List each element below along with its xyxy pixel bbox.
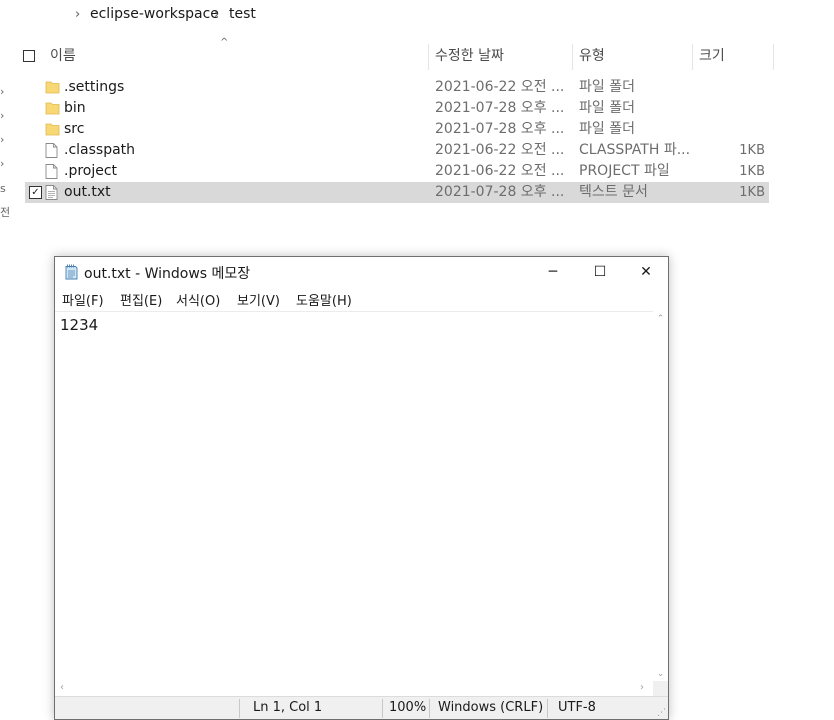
column-header-date[interactable]: 수정한 날짜 bbox=[429, 42, 572, 70]
file-type: 파일 폴더 bbox=[579, 79, 635, 95]
breadcrumb-separator: › bbox=[214, 7, 220, 22]
menu-format[interactable]: 서식(O) bbox=[176, 290, 220, 309]
file-row-out-txt[interactable]: ✓ out.txt 2021-07-28 오후 ... 텍스트 문서 1KB bbox=[25, 182, 769, 203]
file-row-settings[interactable]: .settings 2021-06-22 오전 ... 파일 폴더 bbox=[25, 77, 769, 98]
select-all-checkbox[interactable] bbox=[23, 50, 35, 62]
scrollbar-corner bbox=[653, 681, 668, 696]
column-header-size[interactable]: 크기 bbox=[693, 42, 773, 70]
minimize-button[interactable]: ─ bbox=[530, 257, 576, 287]
nav-item-fragment[interactable]: 전 bbox=[0, 204, 10, 220]
column-header-type[interactable]: 유형 bbox=[573, 42, 691, 70]
column-header-name[interactable]: 이름 bbox=[44, 42, 428, 70]
file-date: 2021-07-28 오후 ... bbox=[435, 184, 565, 200]
status-divider bbox=[239, 699, 240, 718]
status-divider bbox=[382, 699, 383, 718]
file-date: 2021-06-22 오전 ... bbox=[435, 79, 565, 95]
close-button[interactable]: ✕ bbox=[623, 257, 669, 287]
vertical-scrollbar[interactable]: ⌃ ⌄ bbox=[653, 311, 668, 681]
breadcrumb-item-eclipse-workspace[interactable]: eclipse-workspace bbox=[90, 6, 219, 22]
file-icon bbox=[45, 164, 58, 179]
folder-icon bbox=[45, 123, 60, 136]
file-row-bin[interactable]: bin 2021-07-28 오후 ... 파일 폴더 bbox=[25, 98, 769, 119]
file-date: 2021-06-22 오전 ... bbox=[435, 163, 565, 179]
file-name: out.txt bbox=[64, 184, 111, 200]
file-icon bbox=[45, 143, 58, 158]
file-type: PROJECT 파일 bbox=[579, 163, 670, 179]
file-date: 2021-06-22 오전 ... bbox=[435, 142, 565, 158]
maximize-button[interactable]: ☐ bbox=[577, 257, 623, 287]
text-file-icon bbox=[45, 185, 58, 200]
scroll-right-icon[interactable]: › bbox=[640, 682, 644, 693]
text-editor-area[interactable]: 1234 bbox=[55, 311, 653, 681]
nav-expand-icon[interactable]: › bbox=[0, 157, 4, 170]
file-date: 2021-07-28 오후 ... bbox=[435, 121, 565, 137]
horizontal-scrollbar[interactable]: ‹ › bbox=[55, 681, 653, 696]
column-divider[interactable] bbox=[773, 44, 774, 70]
window-title: out.txt - Windows 메모장 bbox=[84, 266, 251, 282]
breadcrumb-item-test[interactable]: test bbox=[229, 6, 256, 22]
navigation-pane-edge[interactable]: › › › › s 전 bbox=[0, 42, 10, 232]
status-cursor-position: Ln 1, Col 1 bbox=[253, 700, 323, 715]
file-type: CLASSPATH 파... bbox=[579, 142, 691, 158]
file-name: .project bbox=[64, 163, 118, 179]
file-type: 텍스트 문서 bbox=[579, 184, 648, 200]
file-row-classpath[interactable]: .classpath 2021-06-22 오전 ... CLASSPATH 파… bbox=[25, 140, 769, 161]
nav-expand-icon[interactable]: › bbox=[0, 109, 4, 122]
status-zoom: 100% bbox=[389, 700, 427, 715]
file-name: bin bbox=[64, 100, 86, 116]
file-size: 1KB bbox=[739, 185, 765, 200]
breadcrumb-separator: › bbox=[75, 7, 81, 22]
file-size: 1KB bbox=[739, 164, 765, 179]
menu-view[interactable]: 보기(V) bbox=[237, 290, 280, 309]
file-name: .classpath bbox=[64, 142, 136, 158]
file-date: 2021-07-28 오후 ... bbox=[435, 100, 565, 116]
notepad-window[interactable]: out.txt - Windows 메모장 ─ ☐ ✕ 파일(F) 편집(E) … bbox=[54, 256, 669, 720]
nav-item-fragment[interactable]: s bbox=[0, 182, 6, 195]
file-name: src bbox=[64, 121, 85, 137]
folder-icon bbox=[45, 81, 60, 94]
scroll-left-icon[interactable]: ‹ bbox=[60, 682, 64, 693]
file-type: 파일 폴더 bbox=[579, 121, 635, 137]
notepad-app-icon bbox=[65, 264, 78, 280]
nav-expand-icon[interactable]: › bbox=[0, 133, 4, 146]
column-header-row: ^ 이름 수정한 날짜 유형 크기 bbox=[18, 37, 834, 72]
folder-icon bbox=[45, 102, 60, 115]
menu-edit[interactable]: 편집(E) bbox=[120, 290, 162, 309]
status-encoding: UTF-8 bbox=[558, 700, 596, 715]
document-content: 1234 bbox=[60, 316, 99, 334]
menu-file[interactable]: 파일(F) bbox=[62, 290, 104, 309]
file-row-src[interactable]: src 2021-07-28 오후 ... 파일 폴더 bbox=[25, 119, 769, 140]
address-bar[interactable]: › eclipse-workspace › test bbox=[0, 0, 834, 32]
status-divider bbox=[547, 699, 548, 718]
file-size: 1KB bbox=[739, 143, 765, 158]
file-row-project[interactable]: .project 2021-06-22 오전 ... PROJECT 파일 1K… bbox=[25, 161, 769, 182]
scroll-up-icon[interactable]: ⌃ bbox=[653, 314, 668, 324]
status-divider bbox=[429, 699, 430, 718]
notepad-title-bar[interactable]: out.txt - Windows 메모장 ─ ☐ ✕ bbox=[55, 257, 668, 287]
file-name: .settings bbox=[64, 79, 125, 95]
status-bar: Ln 1, Col 1 100% Windows (CRLF) UTF-8 ⋰ bbox=[55, 696, 668, 719]
status-line-ending: Windows (CRLF) bbox=[438, 700, 544, 715]
file-type: 파일 폴더 bbox=[579, 100, 635, 116]
scroll-down-icon[interactable]: ⌄ bbox=[653, 669, 668, 679]
menu-help[interactable]: 도움말(H) bbox=[296, 290, 352, 309]
menu-bar: 파일(F) 편집(E) 서식(O) 보기(V) 도움말(H) bbox=[55, 287, 668, 311]
nav-expand-icon[interactable]: › bbox=[0, 85, 4, 98]
resize-grip-icon[interactable]: ⋰ bbox=[657, 708, 666, 718]
row-checkbox-checked[interactable]: ✓ bbox=[29, 186, 42, 199]
